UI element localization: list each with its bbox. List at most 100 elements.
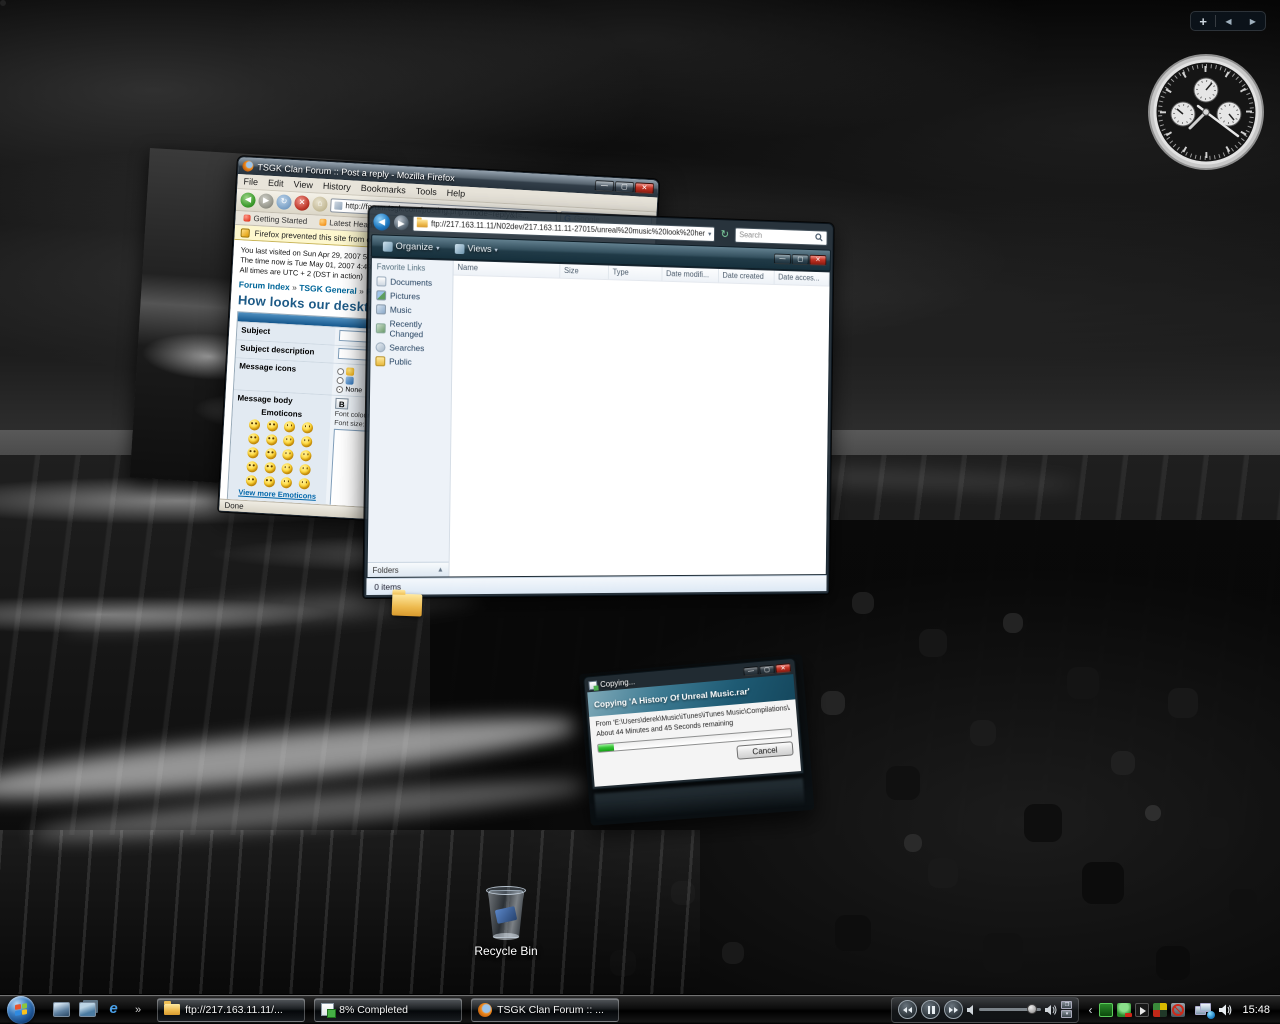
column-type[interactable]: Type: [609, 266, 663, 281]
emoticon-icon[interactable]: [245, 475, 257, 487]
tray-icon-disabled-device[interactable]: [1171, 1003, 1185, 1017]
message-icons-label: Message icons: [234, 358, 334, 394]
switch-windows-icon[interactable]: [79, 1002, 96, 1017]
organize-menu[interactable]: Organize▾: [376, 238, 446, 255]
forward-button[interactable]: ▶: [394, 215, 409, 230]
emoticon-icon[interactable]: [302, 422, 314, 434]
emoticon-icon[interactable]: [282, 449, 294, 461]
pause-button[interactable]: [921, 1000, 940, 1019]
maximize-button[interactable]: ▢: [792, 254, 809, 265]
menu-history[interactable]: History: [323, 181, 352, 193]
menu-help[interactable]: Help: [446, 188, 465, 199]
menu-edit[interactable]: Edit: [268, 178, 284, 189]
volume-icon[interactable]: [1219, 1004, 1232, 1016]
message-body-label: Message body: [237, 394, 293, 406]
previous-track-button[interactable]: [898, 1000, 917, 1019]
recycle-bin-label: Recycle Bin: [446, 944, 566, 958]
clock-gadget[interactable]: [1146, 50, 1266, 176]
menu-bookmarks[interactable]: Bookmarks: [361, 183, 407, 195]
explorer-search-box[interactable]: Search: [735, 227, 828, 245]
network-icon[interactable]: [1195, 1003, 1213, 1017]
taskbar-button-ftp[interactable]: ftp://217.163.11.11/...: [157, 998, 305, 1022]
emoticon-icon[interactable]: [249, 419, 261, 431]
home-button[interactable]: ⌂: [312, 196, 328, 212]
tray-icon-messenger-busy[interactable]: [1117, 1003, 1131, 1017]
emoticon-icon[interactable]: [248, 433, 260, 445]
back-button[interactable]: ◀: [240, 192, 256, 208]
minimize-button[interactable]: —: [743, 666, 759, 676]
emoticon-icon[interactable]: [301, 436, 313, 448]
emoticon-icon[interactable]: [246, 461, 258, 473]
emoticon-icon[interactable]: [264, 462, 276, 474]
taskbar-button-firefox[interactable]: TSGK Clan Forum :: ...: [471, 998, 619, 1022]
volume-slider[interactable]: [979, 1008, 1041, 1011]
emoticon-icon[interactable]: [281, 477, 293, 489]
bookmark-getting-started[interactable]: Getting Started: [243, 213, 307, 226]
tray-icon-media[interactable]: [1099, 1003, 1113, 1017]
reload-button[interactable]: ↻: [276, 194, 292, 210]
refresh-button[interactable]: ↻: [718, 228, 731, 241]
windows-flag-icon: [15, 1003, 27, 1016]
cancel-button[interactable]: Cancel: [736, 741, 793, 760]
sidebar-item-recently-changed[interactable]: Recently Changed: [371, 316, 452, 342]
gadget-next-button[interactable]: ▶: [1241, 17, 1265, 26]
restore-button[interactable]: ❐: [1061, 1001, 1072, 1009]
close-button[interactable]: ✕: [635, 182, 655, 194]
internet-explorer-icon[interactable]: e: [105, 1002, 122, 1017]
stop-button[interactable]: ✕: [294, 195, 310, 211]
views-menu[interactable]: Views▾: [448, 241, 505, 258]
emoticon-icon[interactable]: [284, 421, 296, 433]
column-size[interactable]: Size: [560, 264, 609, 279]
empty-file-area[interactable]: [449, 276, 829, 577]
bold-button[interactable]: B: [335, 398, 349, 410]
emoticon-icon[interactable]: [300, 450, 312, 462]
gadget-prev-button[interactable]: ◀: [1216, 17, 1240, 26]
emoticon-icon[interactable]: [299, 464, 311, 476]
emoticon-icon[interactable]: [282, 463, 294, 475]
dropdown-button[interactable]: ▾: [1061, 1010, 1072, 1018]
taskbar-clock[interactable]: 15:48: [1242, 1004, 1270, 1016]
volume-slider-thumb[interactable]: [1027, 1004, 1037, 1014]
emoticon-icon[interactable]: [265, 448, 277, 460]
breadcrumb-forum-index[interactable]: Forum Index: [239, 280, 290, 293]
notification-area: [1099, 1003, 1185, 1017]
minimize-button[interactable]: —: [595, 180, 615, 192]
menu-tools[interactable]: Tools: [415, 186, 437, 197]
next-track-button[interactable]: [944, 1000, 963, 1019]
column-date-accessed[interactable]: Date acces...: [775, 271, 830, 286]
emoticon-icon[interactable]: [266, 420, 278, 432]
tray-icon-monitor[interactable]: [1153, 1003, 1167, 1017]
menu-file[interactable]: File: [243, 176, 258, 187]
emoticon-icon[interactable]: [247, 447, 259, 459]
folders-expander[interactable]: Folders▲: [368, 562, 449, 577]
emoticon-icon[interactable]: [283, 435, 295, 447]
column-date-created[interactable]: Date created: [719, 269, 775, 284]
menu-view[interactable]: View: [293, 179, 313, 190]
sidebar-item-public[interactable]: Public: [370, 354, 451, 369]
back-button[interactable]: ◀: [373, 213, 390, 231]
dragged-folder-icon[interactable]: [392, 593, 423, 616]
message-icon-radio-none[interactable]: [336, 385, 343, 392]
close-button[interactable]: ✕: [809, 255, 826, 266]
show-desktop-icon[interactable]: [53, 1002, 70, 1017]
quick-launch-overflow-chevron[interactable]: »: [135, 1004, 141, 1016]
forward-button[interactable]: ▶: [258, 193, 274, 209]
maximize-button[interactable]: ▢: [759, 665, 775, 675]
column-date-modified[interactable]: Date modifi...: [662, 267, 719, 282]
emoticon-icon[interactable]: [266, 434, 278, 446]
recycle-bin[interactable]: Recycle Bin: [446, 884, 566, 958]
emoticon-icon[interactable]: [299, 478, 311, 490]
start-button[interactable]: [7, 996, 35, 1024]
tray-icon-player[interactable]: [1135, 1003, 1149, 1017]
breadcrumb-tsgk-general[interactable]: TSGK General: [299, 283, 357, 296]
message-icon-radio[interactable]: [337, 368, 344, 375]
minimize-button[interactable]: —: [774, 254, 791, 265]
taskbar-button-copy-progress[interactable]: 8% Completed: [314, 998, 462, 1022]
address-dropdown-arrow[interactable]: ▾: [708, 230, 711, 238]
add-gadget-button[interactable]: +: [1191, 14, 1215, 29]
maximize-button[interactable]: ▢: [615, 181, 635, 193]
tray-expand-chevron[interactable]: ‹: [1088, 1003, 1092, 1017]
close-button[interactable]: ✕: [775, 663, 791, 673]
emoticon-icon[interactable]: [263, 476, 275, 488]
message-icon-radio[interactable]: [336, 377, 343, 384]
